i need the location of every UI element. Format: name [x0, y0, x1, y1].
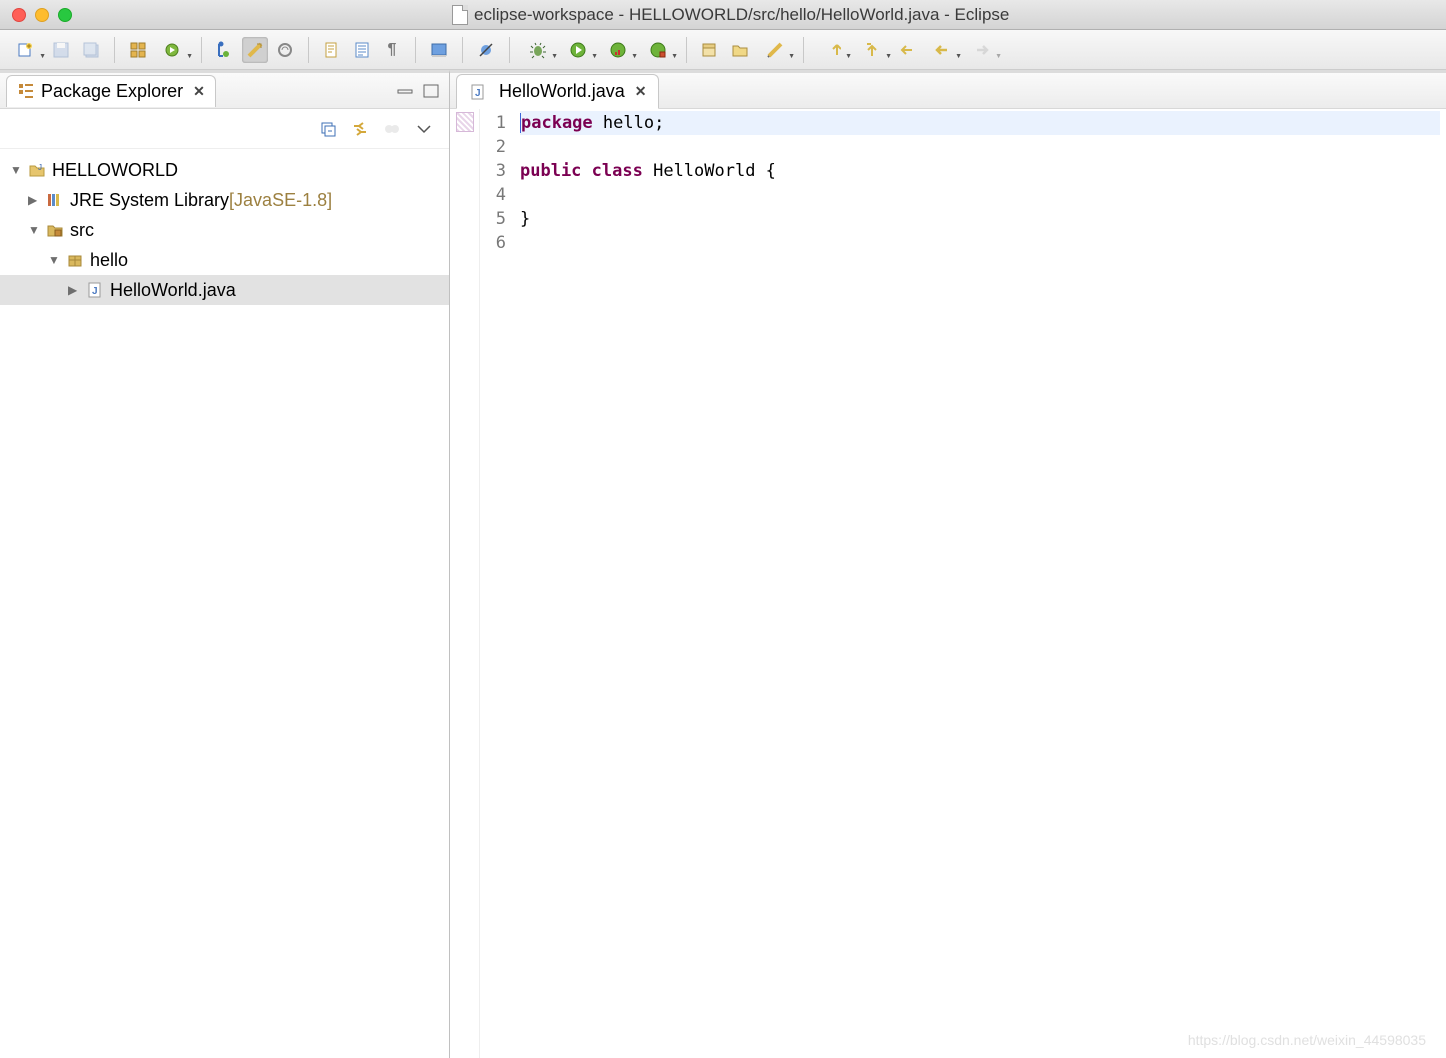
- open-task-button[interactable]: [697, 37, 723, 63]
- coverage-button[interactable]: ▼: [600, 37, 636, 63]
- editor-tab-row: J HelloWorld.java ✕: [450, 73, 1446, 109]
- switch-editor-button[interactable]: [125, 37, 151, 63]
- editor-gutter: [450, 109, 480, 1058]
- skip-breakpoints-button[interactable]: [473, 37, 499, 63]
- link-with-editor-button[interactable]: [349, 118, 371, 140]
- line-number: 6: [480, 231, 506, 255]
- line-number: 2: [480, 135, 506, 159]
- window-title: eclipse-workspace - HELLOWORLD/src/hello…: [452, 5, 1434, 25]
- java-file-icon: J: [469, 83, 487, 101]
- file-label: HelloWorld.java: [110, 280, 236, 301]
- title-bar: eclipse-workspace - HELLOWORLD/src/hello…: [0, 0, 1446, 30]
- java-file-node[interactable]: ▶ J HelloWorld.java: [0, 275, 449, 305]
- line-numbers: 1 2 3 4 5 6: [480, 109, 514, 1058]
- svg-text:J: J: [475, 88, 481, 99]
- code-kw: public: [520, 161, 581, 181]
- minimize-window-button[interactable]: [35, 8, 49, 22]
- close-tab-icon[interactable]: ✕: [193, 83, 205, 100]
- line-number: 3: [480, 159, 506, 183]
- editor-tab-label: HelloWorld.java: [499, 81, 625, 102]
- toggle-breadcrumb-button[interactable]: [212, 37, 238, 63]
- close-window-button[interactable]: [12, 8, 26, 22]
- code-editor[interactable]: package hello; public class HelloWorld {…: [514, 109, 1446, 1058]
- editor-tab[interactable]: J HelloWorld.java ✕: [456, 74, 659, 109]
- java-file-icon: J: [86, 281, 104, 299]
- forward-button[interactable]: ▼: [964, 37, 1000, 63]
- svg-text:J: J: [38, 163, 42, 172]
- jre-label: JRE System Library: [70, 190, 229, 211]
- package-explorer-icon: [17, 82, 35, 100]
- open-resource-button[interactable]: [727, 37, 753, 63]
- editor-body[interactable]: 1 2 3 4 5 6 package hello; public class …: [450, 109, 1446, 1058]
- prev-annotation-button[interactable]: ▼: [854, 37, 890, 63]
- watermark: https://blog.csdn.net/weixin_44598035: [1188, 1032, 1426, 1048]
- toggle-mark-occurrences-button[interactable]: [242, 37, 268, 63]
- explorer-tab-row: Package Explorer ✕: [0, 73, 449, 109]
- focus-task-button[interactable]: [381, 118, 403, 140]
- project-label: HELLOWORLD: [52, 160, 178, 181]
- open-console-button[interactable]: [426, 37, 452, 63]
- package-label: hello: [90, 250, 128, 271]
- document-icon: [452, 5, 468, 25]
- src-label: src: [70, 220, 94, 241]
- close-tab-icon[interactable]: ✕: [635, 83, 647, 100]
- expander-icon[interactable]: ▼: [10, 163, 24, 177]
- jre-library-node[interactable]: ▶ JRE System Library [JavaSE-1.8]: [0, 185, 449, 215]
- view-menu-button[interactable]: [413, 118, 435, 140]
- src-folder-node[interactable]: ▼ src: [0, 215, 449, 245]
- code-text: HelloWorld {: [643, 161, 776, 181]
- new-source-button[interactable]: [349, 37, 375, 63]
- line-number: 1: [480, 111, 506, 135]
- editor-panel: J HelloWorld.java ✕ 1 2 3 4 5 6 package …: [450, 70, 1446, 1058]
- minimize-panel-button[interactable]: [395, 83, 415, 99]
- search-button[interactable]: ▼: [757, 37, 793, 63]
- expander-icon[interactable]: ▶: [68, 283, 82, 297]
- package-node[interactable]: ▼ hello: [0, 245, 449, 275]
- debug-button[interactable]: ▼: [520, 37, 556, 63]
- svg-text:J: J: [92, 286, 98, 297]
- collapse-all-button[interactable]: [317, 118, 339, 140]
- code-text: hello;: [593, 113, 665, 133]
- maximize-panel-button[interactable]: [421, 83, 441, 99]
- package-icon: [66, 251, 84, 269]
- main-area: Package Explorer ✕: [0, 70, 1446, 1058]
- save-all-button[interactable]: [78, 37, 104, 63]
- code-kw: class: [592, 161, 643, 181]
- explorer-tab-label: Package Explorer: [41, 81, 183, 102]
- project-node[interactable]: ▼ J HELLOWORLD: [0, 155, 449, 185]
- expander-icon[interactable]: ▼: [48, 253, 62, 267]
- new-java-button[interactable]: ▼: [155, 37, 191, 63]
- new-button[interactable]: ▼: [8, 37, 44, 63]
- show-whitespace-button[interactable]: ¶: [379, 37, 405, 63]
- gutter-mark-icon: [456, 112, 474, 132]
- jre-annotation: [JavaSE-1.8]: [229, 190, 332, 211]
- window-title-text: eclipse-workspace - HELLOWORLD/src/hello…: [474, 5, 1009, 25]
- back-button[interactable]: ▼: [924, 37, 960, 63]
- project-tree: ▼ J HELLOWORLD ▶ JRE System Library [Jav…: [0, 149, 449, 311]
- code-text: }: [520, 209, 530, 229]
- source-folder-icon: [46, 221, 64, 239]
- library-icon: [46, 191, 64, 209]
- package-explorer-panel: Package Explorer ✕: [0, 70, 450, 1058]
- new-type-button[interactable]: [319, 37, 345, 63]
- run-button[interactable]: ▼: [560, 37, 596, 63]
- window-controls: [12, 8, 72, 22]
- maximize-window-button[interactable]: [58, 8, 72, 22]
- external-tools-button[interactable]: ▼: [640, 37, 676, 63]
- explorer-toolbar: [0, 109, 449, 149]
- expander-icon[interactable]: ▶: [28, 193, 42, 207]
- project-folder-icon: J: [28, 161, 46, 179]
- line-number: 5: [480, 207, 506, 231]
- block-selection-button[interactable]: [272, 37, 298, 63]
- package-explorer-tab[interactable]: Package Explorer ✕: [6, 75, 216, 107]
- expander-icon[interactable]: ▼: [28, 223, 42, 237]
- last-edit-button[interactable]: [894, 37, 920, 63]
- code-kw: package: [521, 113, 593, 133]
- next-annotation-button[interactable]: ▼: [814, 37, 850, 63]
- save-button[interactable]: [48, 37, 74, 63]
- line-number: 4: [480, 183, 506, 207]
- main-toolbar: ▼ ▼: [0, 30, 1446, 70]
